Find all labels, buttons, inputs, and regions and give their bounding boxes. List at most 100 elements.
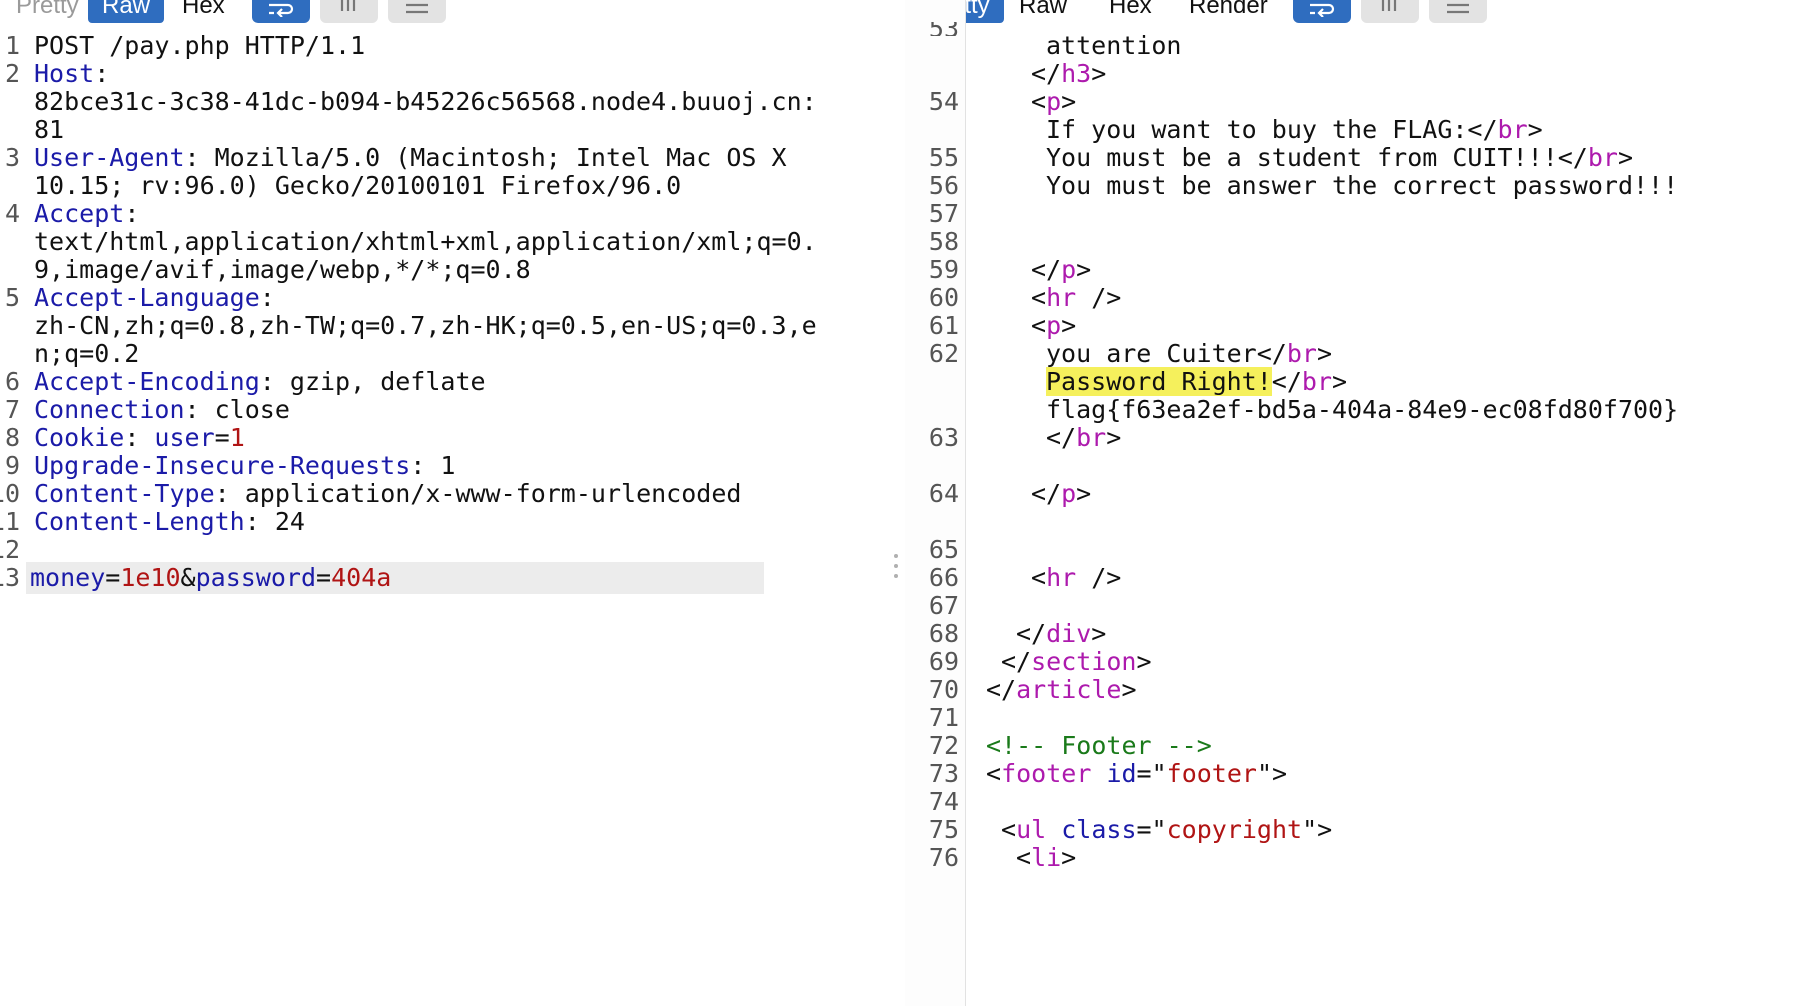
html-text: =" [1136,759,1167,788]
request-editor[interactable]: 1 POST /pay.php HTTP/1.1 2 Host: 82bce31c-3c… [0,31,890,1006]
param-name: money [30,563,106,592]
html-tag-name: br [1497,115,1528,144]
header-name: Content-Type [34,479,215,508]
response-newline-toggle-button[interactable] [1361,0,1419,23]
html-tag-name: hr [1046,283,1077,312]
html-text: > [1617,143,1634,172]
html-text: < [1031,311,1047,340]
html-text: < [1031,283,1047,312]
html-tag-name: p [1061,479,1077,508]
newline-toggle-icon [1381,0,1397,11]
html-text: </ [1271,367,1302,396]
html-text: > [1076,479,1092,508]
html-text: attention [1046,31,1182,60]
html-text: > [1061,843,1077,872]
header-name: Connection [34,395,185,424]
html-text: > [1332,367,1348,396]
html-text: </ [1016,619,1047,648]
html-text: =" [1136,815,1167,844]
html-tag-name: br [1301,367,1332,396]
html-tag-name: footer [1001,759,1092,788]
equals-sign: = [316,563,332,592]
html-text: > [1527,115,1543,144]
header-separator: : [244,507,275,536]
html-text: > [1316,339,1332,368]
html-comment: <!-- Footer --> [986,731,1212,760]
response-editor[interactable]: attention </h3> 54 <p> If you want to buy th… [905,31,1794,1006]
param-value: 404a [331,563,392,592]
header-name: Content-Length [34,507,245,536]
html-text: > [1076,255,1092,284]
line-number: 13 [0,563,20,592]
header-separator: : [259,283,275,312]
response-tab-hex[interactable]: Hex [1095,0,1166,23]
plain-text: 10.15; rv:96.0) Gecko/20100101 Firefox/9… [34,171,682,200]
request-line: 13money=1e10&password=404a [0,562,764,594]
html-text: < [1001,815,1017,844]
plain-text: text/html,application/xhtml+xml,applicat… [34,227,817,256]
html-text: > [1061,311,1077,340]
request-menu-button[interactable] [388,0,446,23]
html-attr-value: footer [1166,759,1257,788]
menu-icon [1447,3,1469,13]
html-text: </ [1031,59,1062,88]
html-text: /> [1076,283,1122,312]
request-wrap-lines-button[interactable] [252,0,310,23]
header-value: 1 [440,451,456,480]
html-text: </ [986,675,1017,704]
html-text [1046,815,1061,844]
header-value: application/x-www-form-urlencoded [244,479,742,508]
header-name: User-Agent [34,143,185,172]
html-text: If you want to buy the FLAG:</ [1046,115,1498,144]
param-name: password [195,563,317,592]
header-value: 24 [274,507,305,536]
header-name: Host [34,59,95,88]
response-wrap-lines-button[interactable] [1293,0,1351,23]
html-attr-name: class [1061,815,1137,844]
html-tag-name: p [1046,87,1062,116]
html-tag-name: ul [1016,815,1047,844]
pane-splitter-handle[interactable] [893,550,899,582]
plain-text: 9,image/avif,image/webp,*/*;q=0.8 [34,255,531,284]
html-attr-value: copyright [1166,815,1303,844]
header-name: Accept [34,199,125,228]
response-line: 76 <li> [905,842,1794,874]
html-tag-name: hr [1046,563,1077,592]
html-text: </ [1001,647,1032,676]
header-separator: : [124,199,140,228]
html-text: > [1121,675,1137,704]
html-text: < [1031,563,1047,592]
newline-toggle-icon [340,0,356,11]
html-text: </ [1031,479,1062,508]
request-newline-toggle-button[interactable] [320,0,378,23]
request-tab-hex[interactable]: Hex [168,0,239,23]
param-value: 1e10 [120,563,181,592]
html-tag-name: br [1286,339,1317,368]
html-text: </ [1031,255,1062,284]
ampersand: & [180,563,196,592]
request-toolbar: Pretty Raw Hex [0,0,890,30]
html-text: "> [1302,815,1333,844]
header-separator: : [94,59,110,88]
header-separator: : [410,451,441,480]
html-text: > [1136,647,1152,676]
plain-text: 81 [34,115,65,144]
html-text: "> [1256,759,1288,788]
response-tab-render[interactable]: Render [1175,0,1282,23]
header-value: Mozilla/5.0 (Macintosh; Intel Mac OS X [214,143,787,172]
html-tag-name: h3 [1061,59,1092,88]
header-value: close [214,395,290,424]
response-line-text: <li> [1016,842,1076,874]
response-tab-raw[interactable]: Raw [1005,0,1081,23]
response-menu-button[interactable] [1429,0,1487,23]
html-tag-name: p [1061,255,1077,284]
header-name: Upgrade-Insecure-Requests [34,451,411,480]
plain-text: n;q=0.2 [34,339,140,368]
request-tab-raw[interactable]: Raw [88,0,165,23]
plain-text: zh-CN,zh;q=0.8,zh-TW;q=0.7,zh-HK;q=0.5,e… [34,311,817,340]
wrap-lines-icon [1310,3,1335,17]
html-text [1091,759,1106,788]
html-text: </ [1046,423,1077,452]
plain-text: POST /pay.php HTTP/1.1 [34,31,366,60]
html-text: < [986,759,1002,788]
